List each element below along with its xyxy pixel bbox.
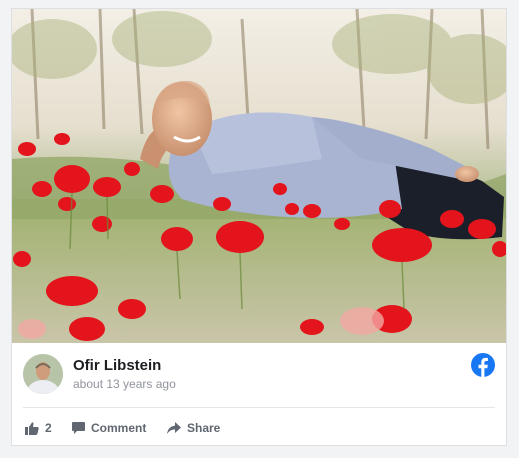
post-timestamp[interactable]: about 13 years ago (73, 377, 176, 391)
post-actions: 2 Comment Share (12, 412, 506, 442)
facebook-post-card: Ofir Libstein about 13 years ago 2 Comme… (11, 8, 507, 446)
comment-icon (72, 421, 85, 434)
share-button[interactable]: Share (167, 418, 220, 438)
actions-divider (23, 407, 495, 408)
post-header: Ofir Libstein about 13 years ago (12, 343, 506, 407)
share-label: Share (187, 421, 221, 435)
comment-button[interactable]: Comment (72, 418, 146, 438)
share-icon (167, 422, 181, 434)
facebook-icon[interactable] (471, 353, 495, 377)
author-name[interactable]: Ofir Libstein (73, 357, 161, 374)
like-button[interactable]: 2 (25, 418, 52, 438)
thumbs-up-icon (25, 421, 39, 435)
like-count: 2 (45, 421, 52, 435)
author-avatar[interactable] (23, 354, 63, 394)
post-photo[interactable] (12, 9, 506, 343)
comment-label: Comment (91, 421, 147, 435)
